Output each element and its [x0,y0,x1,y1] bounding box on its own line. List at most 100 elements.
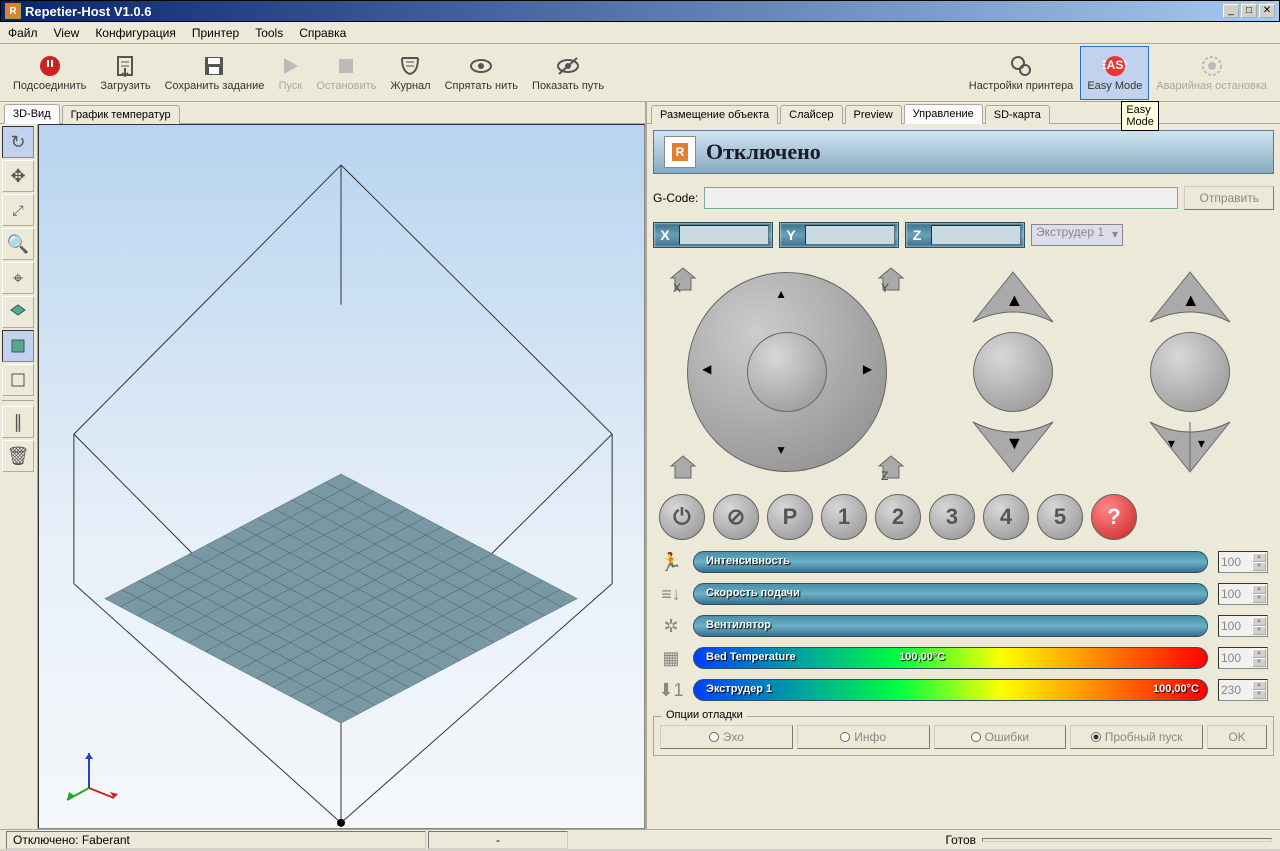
home-all-icon[interactable] [667,450,699,482]
svg-text:EASY: EASY [1103,58,1127,72]
bed-slider-label: Bed Temperature [706,651,796,663]
connect-button[interactable]: Подсоединить [6,46,93,100]
motor-off-button[interactable]: ⊘ [713,494,759,540]
jog-z-minus[interactable]: ▼ [1005,433,1023,454]
tab-manual-control[interactable]: Управление [904,104,983,124]
menu-config[interactable]: Конфигурация [95,26,176,40]
jog-x-plus[interactable]: ▶ [863,362,872,376]
move-view-icon[interactable]: ✥ [2,160,34,192]
speed-icon: 🏃 [659,550,683,574]
minimize-button[interactable]: _ [1223,4,1239,18]
ext-value-input[interactable]: 230▲▼ [1218,679,1268,701]
jog-z-pad: ▲ ▼ [943,262,1083,482]
power-button[interactable]: ⏻ [659,494,705,540]
tab-preview[interactable]: Preview [845,105,902,124]
jog-e-minus-a[interactable]: ▾ [1168,435,1175,452]
flow-slider[interactable]: Скорость подачи [693,583,1208,605]
easy-mode-tooltip: Easy Mode [1121,101,1159,131]
debug-group-title: Опции отладки [662,709,747,721]
iso-view-icon[interactable] [2,364,34,396]
jog-z-plus[interactable]: ▲ [1005,290,1023,311]
speed-value-input[interactable]: 100▲▼ [1218,551,1268,573]
script-1-button[interactable]: 1 [821,494,867,540]
jog-e-center[interactable] [1150,332,1230,412]
home-y-icon[interactable]: Y [875,262,907,294]
parallel-lines-icon[interactable]: ∥ [2,406,34,438]
fan-value-input[interactable]: 100▲▼ [1218,615,1268,637]
tab-object-placement[interactable]: Размещение объекта [651,105,778,124]
script-5-button[interactable]: 5 [1037,494,1083,540]
jog-e-plus[interactable]: ▲ [1182,290,1200,311]
jog-center-button[interactable] [747,332,827,412]
trash-icon[interactable]: 🗑 [2,440,34,472]
jog-x-minus[interactable]: ◀ [702,362,711,376]
debug-errors-button[interactable]: Ошибки [934,725,1067,749]
maximize-button[interactable]: □ [1241,4,1257,18]
debug-info-button[interactable]: Инфо [797,725,930,749]
menu-view[interactable]: View [54,26,80,40]
status-icon: R [664,136,696,168]
gcode-input[interactable] [704,187,1178,209]
tab-slicer[interactable]: Слайсер [780,105,842,124]
home-x-icon[interactable]: X [667,262,699,294]
printer-settings-button[interactable]: Настройки принтера [962,46,1081,100]
debug-ok-button[interactable]: OK [1207,725,1267,749]
save-job-button[interactable]: Сохранить задание [158,46,272,100]
show-path-button[interactable]: Показать путь [525,46,611,100]
menu-printer[interactable]: Принтер [192,26,239,40]
stop-button[interactable]: Остановить [309,46,383,100]
script-2-button[interactable]: 2 [875,494,921,540]
jog-e-minus-b[interactable]: ▾ [1198,435,1205,452]
script-3-button[interactable]: 3 [929,494,975,540]
fan-slider[interactable]: Вентилятор [693,615,1208,637]
bed-value-input[interactable]: 100▲▼ [1218,647,1268,669]
load-button[interactable]: Загрузить [93,46,157,100]
help-button[interactable]: ? [1091,494,1137,540]
log-button[interactable]: Журнал [383,46,437,100]
top-view-icon[interactable] [2,296,34,328]
menu-help[interactable]: Справка [299,26,346,40]
rotate-view-icon[interactable]: ↻ [2,126,34,158]
bed-slider[interactable]: Bed Temperature100,00°C [693,647,1208,669]
jog-z-center[interactable] [973,332,1053,412]
easy-mode-button[interactable]: EASYEasy Mode Easy Mode [1080,46,1149,100]
park-button[interactable]: P [767,494,813,540]
gcode-send-button[interactable]: Отправить [1184,186,1274,210]
3d-viewport[interactable] [38,124,645,829]
tab-sd-card[interactable]: SD-карта [985,105,1050,124]
debug-options-group: Опции отладки Эхо Инфо Ошибки Пробный пу… [653,716,1274,756]
ext-slider[interactable]: Экструдер 1100,00°C [693,679,1208,701]
jog-y-plus[interactable]: ▲ [775,287,787,301]
main-toolbar: Подсоединить Загрузить Сохранить задание… [0,44,1280,102]
speed-slider[interactable]: Интенсивность [693,551,1208,573]
debug-dryrun-button[interactable]: Пробный пуск [1070,725,1203,749]
flow-value-input[interactable]: 100▲▼ [1218,583,1268,605]
ext-readout: 100,00°C [1153,683,1199,695]
gcode-label: G-Code: [653,191,698,205]
slider-row-bed: ▦Bed Temperature100,00°C100▲▼ [659,644,1268,672]
close-button[interactable]: ✕ [1259,4,1275,18]
home-z-icon[interactable]: Z [875,450,907,482]
tab-3d-view[interactable]: 3D-Вид [4,104,60,124]
status-mid: - [428,831,568,849]
tab-temperature-curve[interactable]: График температур [62,105,180,124]
extruder-select[interactable]: Экструдер 1 [1031,224,1123,246]
play-button[interactable]: Пуск [271,46,309,100]
menu-bar: Файл View Конфигурация Принтер Tools Спр… [0,22,1280,44]
status-extra [982,838,1272,842]
menu-tools[interactable]: Tools [255,26,283,40]
flow-slider-label: Скорость подачи [706,587,800,599]
menu-file[interactable]: Файл [8,26,38,40]
debug-echo-button[interactable]: Эхо [660,725,793,749]
hide-filament-button[interactable]: Спрятать нить [438,46,525,100]
jog-y-minus[interactable]: ▼ [775,443,787,457]
zoom-icon[interactable]: 🔍 [2,228,34,260]
script-4-button[interactable]: 4 [983,494,1029,540]
emergency-stop-button[interactable]: Аварийная остановка [1149,46,1274,100]
right-pane: Размещение объекта Слайсер Preview Управ… [647,102,1280,829]
fit-icon[interactable]: ⌖ [2,262,34,294]
front-view-icon[interactable] [2,330,34,362]
jog-xy-pad: X Y Z ▲ ▼ ◀ ▶ [667,262,907,482]
move-object-icon[interactable]: ⤢ [2,194,34,226]
title-bar: R Repetier-Host V1.0.6 _ □ ✕ [0,0,1280,22]
